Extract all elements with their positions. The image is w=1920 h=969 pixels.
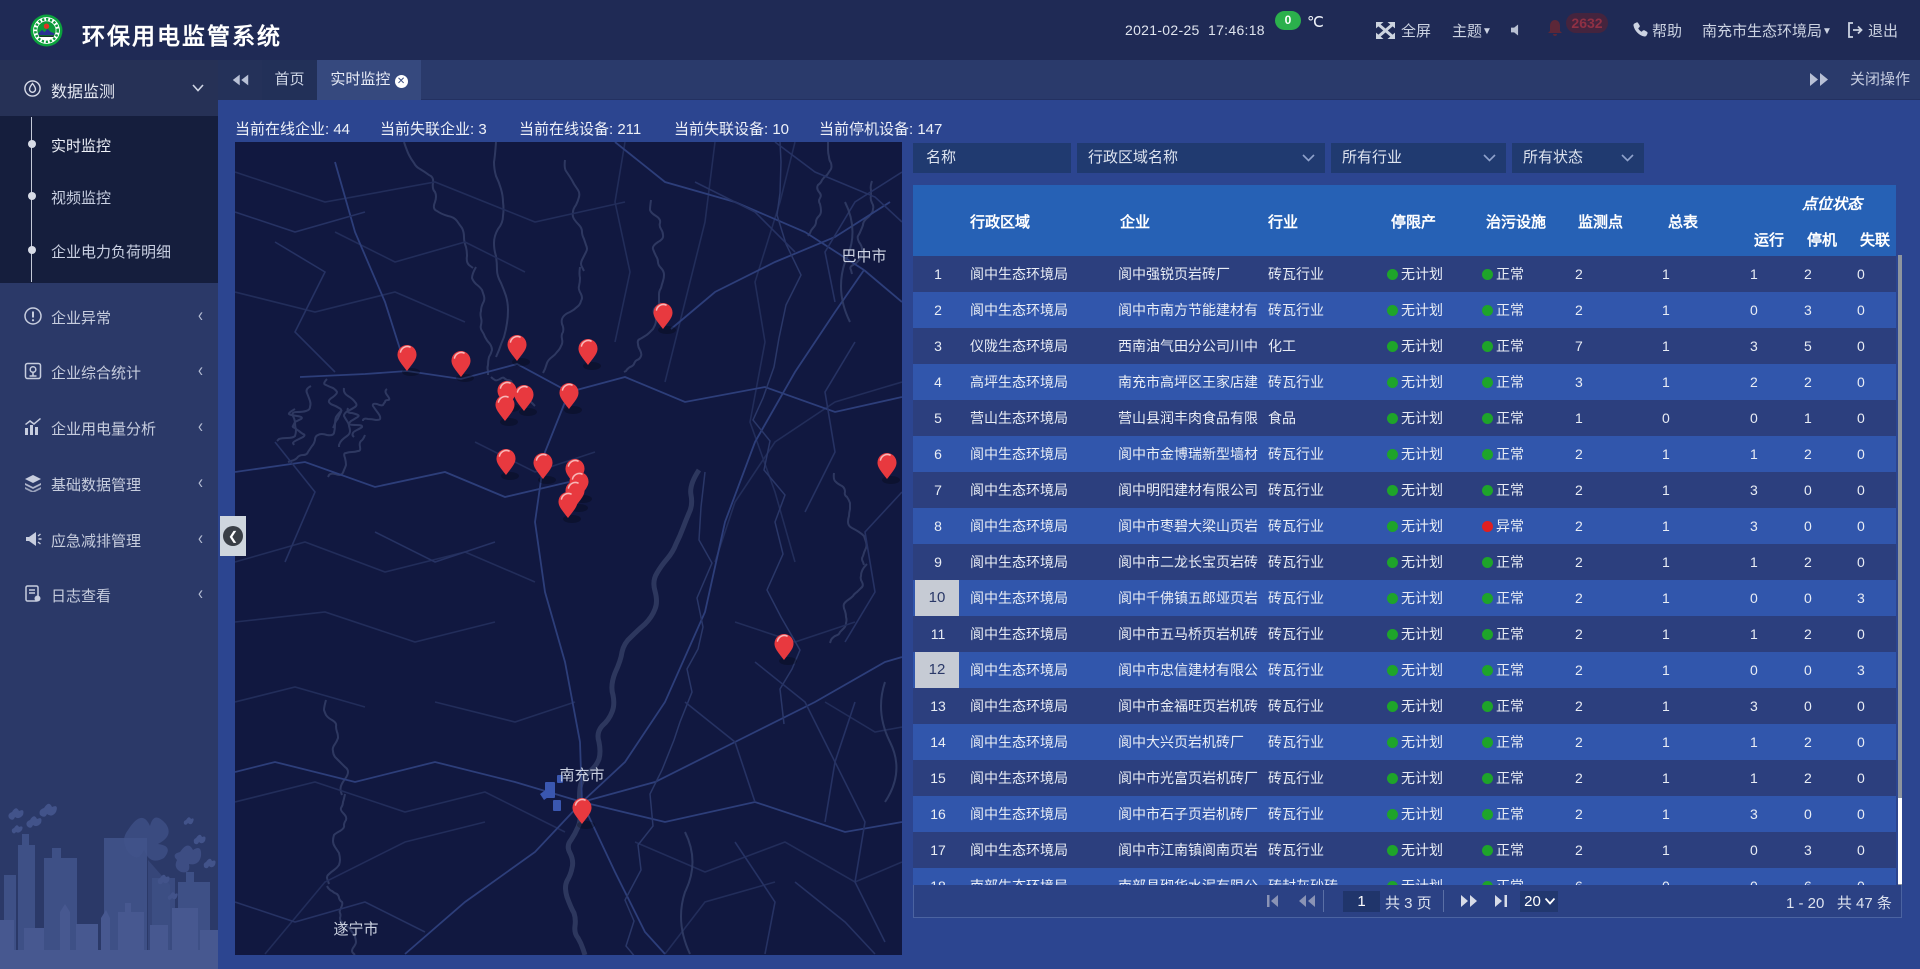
svg-text:巴中市: 巴中市 [841,248,886,265]
svg-text:南充市: 南充市 [559,767,604,784]
svg-text:遂宁市: 遂宁市 [333,921,378,938]
